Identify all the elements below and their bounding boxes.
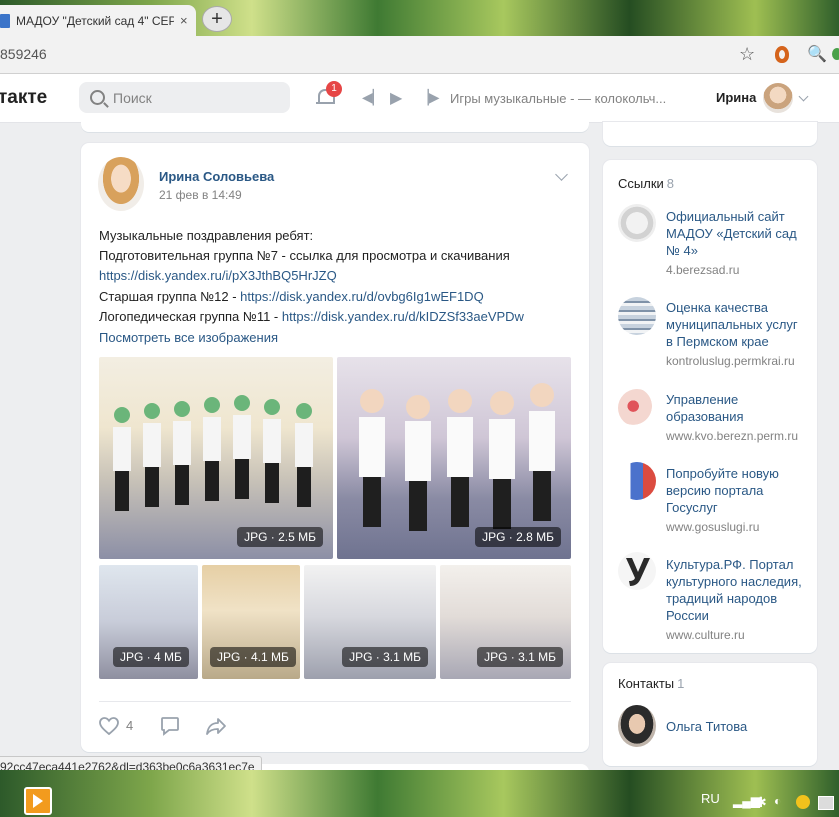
author-avatar[interactable] bbox=[98, 157, 144, 211]
link-title[interactable]: Попробуйте новую версию портала Госуслуг bbox=[666, 465, 806, 516]
contact-name[interactable]: Ольга Титова bbox=[666, 719, 747, 734]
link-thumbnail-icon[interactable] bbox=[618, 389, 656, 427]
search-input[interactable]: Поиск bbox=[79, 82, 290, 113]
photo-size-label: JPG · 3.1 МБ bbox=[477, 647, 563, 667]
tab-close-icon[interactable]: × bbox=[180, 13, 188, 28]
link-url: www.gosuslugi.ru bbox=[666, 520, 760, 534]
comment-icon[interactable] bbox=[160, 716, 180, 736]
sidebar-previous-block bbox=[603, 122, 817, 146]
post-date[interactable]: 21 фев в 14:49 bbox=[159, 188, 242, 202]
share-icon[interactable] bbox=[205, 716, 227, 736]
current-track-title[interactable]: Игры музыкальные - — колокольч... bbox=[450, 91, 666, 106]
post-photo[interactable]: JPG · 4 МБ bbox=[99, 565, 198, 679]
notification-badge: 1 bbox=[326, 81, 342, 97]
previous-post-edge bbox=[81, 122, 589, 132]
photo-size-label: JPG · 2.8 МБ bbox=[475, 527, 561, 547]
photo-size-label: JPG · 2.5 МБ bbox=[237, 527, 323, 547]
bookmark-star-icon[interactable]: ☆ bbox=[739, 44, 755, 65]
link-globe-icon[interactable] bbox=[618, 204, 656, 242]
tab-favicon-icon bbox=[0, 13, 10, 28]
contact-avatar[interactable] bbox=[618, 705, 656, 747]
post-photo[interactable]: JPG · 3.1 МБ bbox=[440, 565, 571, 679]
post-author[interactable]: Ирина Соловьева bbox=[159, 169, 274, 184]
link-thumbnail-icon[interactable] bbox=[618, 552, 656, 590]
link-thumbnail-icon[interactable] bbox=[618, 462, 656, 500]
post-text-line: Посмотреть все изображения bbox=[99, 330, 278, 345]
link-url: kontroluslug.permkrai.ru bbox=[666, 354, 795, 368]
photo-size-label: JPG · 4 МБ bbox=[113, 647, 189, 667]
contacts-block-title[interactable]: Контакты 1 bbox=[618, 676, 684, 691]
link-url: www.culture.ru bbox=[666, 628, 745, 642]
extension-icon[interactable] bbox=[775, 46, 789, 63]
post-text-line: Логопедическая группа №11 - https://disk… bbox=[99, 309, 524, 324]
link-title[interactable]: Оценка качества муниципальных услуг в Пе… bbox=[666, 299, 806, 350]
post-text-line: Музыкальные поздравления ребят: bbox=[99, 228, 314, 243]
like-heart-icon[interactable] bbox=[99, 717, 119, 735]
network-icon[interactable]: ◐ bbox=[774, 794, 781, 808]
like-count: 4 bbox=[126, 718, 134, 733]
next-track-icon[interactable]: ▕▶ bbox=[418, 89, 440, 106]
vlc-taskbar-icon[interactable] bbox=[24, 787, 52, 815]
new-tab-button[interactable]: + bbox=[202, 6, 232, 32]
display-tray-icon[interactable] bbox=[818, 796, 834, 810]
show-all-images-link[interactable]: Посмотреть все изображения bbox=[99, 330, 278, 345]
search-icon bbox=[90, 90, 105, 105]
link-url: 4.berezsad.ru bbox=[666, 263, 740, 277]
url-text[interactable]: 859246 bbox=[0, 46, 47, 62]
link-title[interactable]: Культура.РФ. Портал культурного наследия… bbox=[666, 556, 806, 624]
post-link[interactable]: https://disk.yandex.ru/d/kIDZSf33aeVPDw bbox=[282, 309, 524, 324]
links-block-title[interactable]: Ссылки 8 bbox=[618, 176, 674, 191]
link-thumbnail-icon[interactable] bbox=[618, 297, 656, 335]
post-divider bbox=[99, 701, 571, 702]
user-avatar[interactable] bbox=[763, 83, 793, 113]
browser-tab[interactable]: МАДОУ "Детский сад 4" СЕРЕБРЯ × bbox=[0, 5, 196, 36]
user-name[interactable]: Ирина bbox=[716, 90, 756, 105]
extension-green-icon[interactable] bbox=[832, 48, 839, 60]
site-logo[interactable]: такте bbox=[0, 87, 47, 109]
post-photo[interactable]: JPG · 2.5 МБ bbox=[99, 357, 333, 559]
photo-size-label: JPG · 3.1 МБ bbox=[342, 647, 428, 667]
address-bar: 859246 ☆ 🔍 bbox=[0, 36, 839, 74]
link-title[interactable]: Управление образования bbox=[666, 391, 806, 425]
bluetooth-icon[interactable]: ✱ bbox=[755, 794, 767, 811]
post-text-line: https://disk.yandex.ru/i/pX3JthBQ5HrJZQ bbox=[99, 268, 337, 283]
link-url: www.kvo.berezn.perm.ru bbox=[666, 429, 799, 443]
post-link[interactable]: https://disk.yandex.ru/i/pX3JthBQ5HrJZQ bbox=[99, 268, 337, 283]
post-text-line: Подготовительная группа №7 - ссылка для … bbox=[99, 248, 510, 263]
zoom-icon[interactable]: 🔍 bbox=[807, 44, 827, 64]
language-indicator[interactable]: RU bbox=[701, 791, 720, 806]
post-link[interactable]: https://disk.yandex.ru/d/ovbg6Ig1wEF1DQ bbox=[240, 289, 484, 304]
post-text-line: Старшая группа №12 - https://disk.yandex… bbox=[99, 289, 484, 304]
tab-title: МАДОУ "Детский сад 4" СЕРЕБРЯ bbox=[16, 13, 174, 28]
notification-tray-icon[interactable] bbox=[796, 795, 810, 809]
post-photo[interactable]: JPG · 3.1 МБ bbox=[304, 565, 436, 679]
post-photo[interactable]: JPG · 4.1 МБ bbox=[202, 565, 300, 679]
search-placeholder: Поиск bbox=[113, 89, 152, 106]
link-title[interactable]: Официальный сайт МАДОУ «Детский сад № 4» bbox=[666, 208, 806, 259]
play-icon[interactable]: ▶ bbox=[390, 88, 402, 108]
previous-track-icon[interactable]: ◀▏ bbox=[362, 89, 384, 106]
photo-size-label: JPG · 4.1 МБ bbox=[210, 647, 296, 667]
post-photo[interactable]: JPG · 2.8 МБ bbox=[337, 357, 571, 559]
